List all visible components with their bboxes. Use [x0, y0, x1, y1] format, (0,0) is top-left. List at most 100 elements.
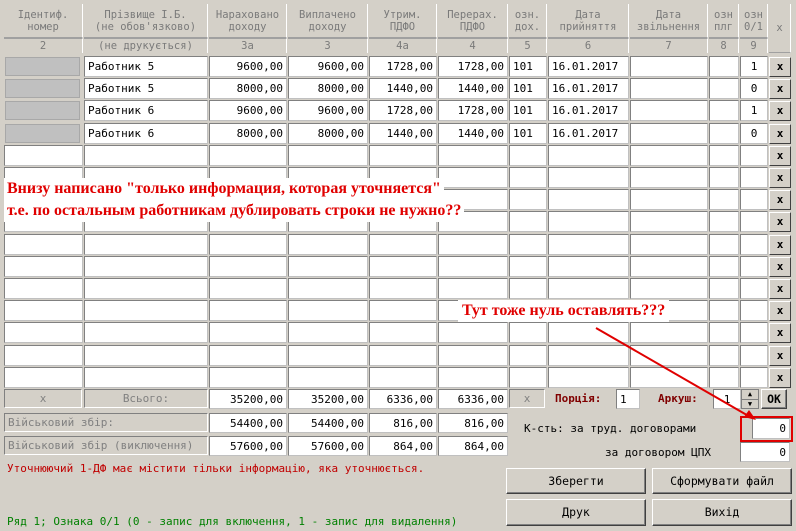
cell-income-code[interactable] [509, 189, 547, 210]
cell-dismiss-date[interactable] [630, 100, 708, 121]
cell-withheld[interactable]: 1440,00 [369, 123, 437, 144]
gph-contracts-input[interactable]: 0 [740, 442, 790, 462]
cell-flag[interactable] [740, 256, 768, 277]
cell-priv[interactable] [709, 167, 739, 188]
spin-up-icon[interactable]: ▲ [742, 390, 758, 400]
cell-paid[interactable]: 8000,00 [288, 78, 368, 99]
cell-name[interactable] [84, 300, 208, 321]
cell-priv[interactable] [709, 256, 739, 277]
cell-flag[interactable] [740, 322, 768, 343]
cell-withheld[interactable] [369, 322, 437, 343]
cell-hire-date[interactable]: 16.01.2017 [548, 78, 629, 99]
cell-priv[interactable] [709, 56, 739, 77]
cell-accrued[interactable] [209, 234, 287, 255]
form-file-button[interactable]: Сформувати файл [652, 468, 792, 494]
cell-name[interactable]: Работник 6 [84, 100, 208, 121]
cell-hire-date[interactable]: 16.01.2017 [548, 100, 629, 121]
cell-name[interactable] [84, 345, 208, 366]
cell-income-code[interactable] [509, 167, 547, 188]
cell-withheld[interactable] [369, 278, 437, 299]
cell-priv[interactable] [709, 300, 739, 321]
cell-id[interactable] [4, 367, 83, 388]
cell-paid[interactable]: 9600,00 [288, 100, 368, 121]
cell-accrued[interactable]: 9600,00 [209, 100, 287, 121]
cell-withheld[interactable]: 1728,00 [369, 56, 437, 77]
cell-paid[interactable] [288, 145, 368, 166]
cell-id[interactable] [4, 278, 83, 299]
cell-income-code[interactable] [509, 345, 547, 366]
cell-income-code[interactable]: 101 [509, 56, 547, 77]
cell-name[interactable]: Работник 5 [84, 78, 208, 99]
cell-flag[interactable] [740, 367, 768, 388]
cell-income-code[interactable] [509, 256, 547, 277]
cell-income-code[interactable]: 101 [509, 100, 547, 121]
cell-priv[interactable] [709, 322, 739, 343]
cell-priv[interactable] [709, 189, 739, 210]
cell-flag[interactable] [740, 234, 768, 255]
cell-transferred[interactable]: 1728,00 [438, 100, 508, 121]
spin-down-icon[interactable]: ▼ [742, 400, 758, 409]
cell-hire-date[interactable] [548, 322, 629, 343]
cell-transferred[interactable] [438, 256, 508, 277]
cell-id[interactable] [5, 79, 80, 98]
cell-transferred[interactable]: 1440,00 [438, 123, 508, 144]
cell-flag[interactable] [740, 300, 768, 321]
cell-name[interactable] [84, 234, 208, 255]
cell-flag[interactable]: 1 [740, 100, 768, 121]
cell-income-code[interactable] [509, 367, 547, 388]
cell-name[interactable] [84, 278, 208, 299]
cell-priv[interactable] [709, 278, 739, 299]
delete-row-button[interactable]: x [769, 57, 791, 77]
cell-hire-date[interactable] [548, 345, 629, 366]
delete-row-button[interactable]: x [769, 146, 791, 166]
cell-hire-date[interactable] [548, 367, 629, 388]
cell-withheld[interactable]: 1728,00 [369, 100, 437, 121]
cell-dismiss-date[interactable] [630, 367, 708, 388]
delete-row-button[interactable]: x [769, 235, 791, 255]
exit-button[interactable]: Вихід [652, 499, 792, 526]
cell-paid[interactable]: 9600,00 [288, 56, 368, 77]
cell-accrued[interactable] [209, 322, 287, 343]
cell-income-code[interactable]: 101 [509, 123, 547, 144]
cell-transferred[interactable] [438, 167, 508, 188]
cell-id[interactable] [5, 57, 80, 76]
cell-withheld[interactable] [369, 345, 437, 366]
cell-hire-date[interactable] [548, 256, 629, 277]
cell-dismiss-date[interactable] [630, 256, 708, 277]
cell-transferred[interactable] [438, 345, 508, 366]
cell-dismiss-date[interactable] [630, 145, 708, 166]
cell-priv[interactable] [709, 211, 739, 232]
cell-accrued[interactable] [209, 367, 287, 388]
cell-accrued[interactable]: 8000,00 [209, 123, 287, 144]
cell-paid[interactable]: 8000,00 [288, 123, 368, 144]
cell-income-code[interactable] [509, 278, 547, 299]
cell-flag[interactable] [740, 345, 768, 366]
delete-row-button[interactable]: x [769, 323, 791, 343]
cell-dismiss-date[interactable] [630, 78, 708, 99]
cell-accrued[interactable]: 8000,00 [209, 78, 287, 99]
cell-hire-date[interactable] [548, 211, 629, 232]
cell-dismiss-date[interactable] [630, 211, 708, 232]
sheet-input[interactable]: 1 [713, 389, 741, 409]
delete-row-button[interactable]: x [769, 190, 791, 210]
save-button[interactable]: Зберегти [506, 468, 646, 494]
cell-name[interactable] [84, 256, 208, 277]
delete-row-button[interactable]: x [769, 301, 791, 321]
cell-dismiss-date[interactable] [630, 123, 708, 144]
cell-id[interactable] [4, 300, 83, 321]
cell-withheld[interactable] [369, 367, 437, 388]
cell-paid[interactable] [288, 345, 368, 366]
cell-name[interactable] [84, 145, 208, 166]
cell-income-code[interactable] [509, 145, 547, 166]
cell-flag[interactable] [740, 211, 768, 232]
cell-flag[interactable] [740, 145, 768, 166]
cell-hire-date[interactable] [548, 145, 629, 166]
cell-name[interactable] [84, 367, 208, 388]
cell-id[interactable] [4, 345, 83, 366]
cell-dismiss-date[interactable] [630, 322, 708, 343]
cell-flag[interactable]: 0 [740, 78, 768, 99]
delete-row-button[interactable]: x [769, 168, 791, 188]
cell-paid[interactable] [288, 278, 368, 299]
cell-withheld[interactable] [369, 256, 437, 277]
cell-paid[interactable] [288, 234, 368, 255]
